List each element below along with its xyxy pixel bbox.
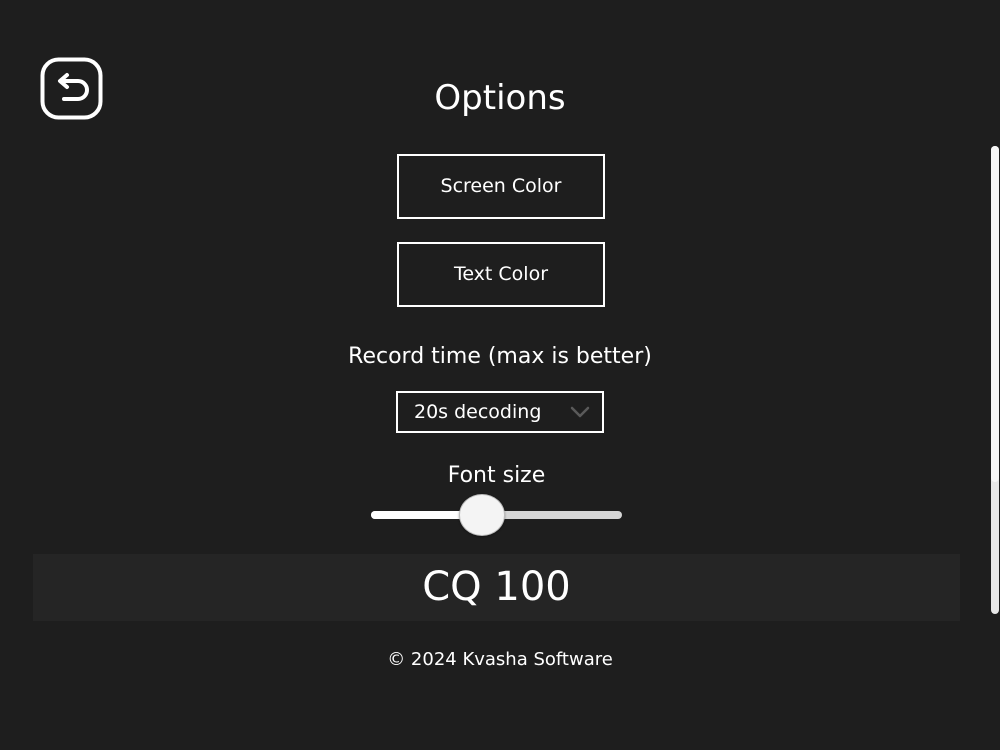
page-title: Options bbox=[434, 78, 566, 118]
text-color-button[interactable]: Text Color bbox=[397, 242, 605, 307]
scrollbar[interactable] bbox=[991, 146, 999, 614]
slider-thumb[interactable] bbox=[459, 494, 505, 536]
font-size-slider[interactable] bbox=[371, 494, 622, 536]
record-time-select[interactable]: 20s decoding bbox=[396, 391, 604, 433]
font-size-label: Font size bbox=[447, 463, 546, 488]
record-time-label: Record time (max is better) bbox=[348, 344, 652, 369]
chevron-down-icon bbox=[570, 406, 590, 418]
text-preview: CQ 100 bbox=[33, 554, 960, 621]
scrollbar-thumb[interactable] bbox=[991, 146, 999, 482]
record-time-value: 20s decoding bbox=[414, 401, 542, 423]
copyright-text: © 2024 Kvasha Software bbox=[387, 649, 613, 670]
screen-color-button[interactable]: Screen Color bbox=[397, 154, 605, 219]
